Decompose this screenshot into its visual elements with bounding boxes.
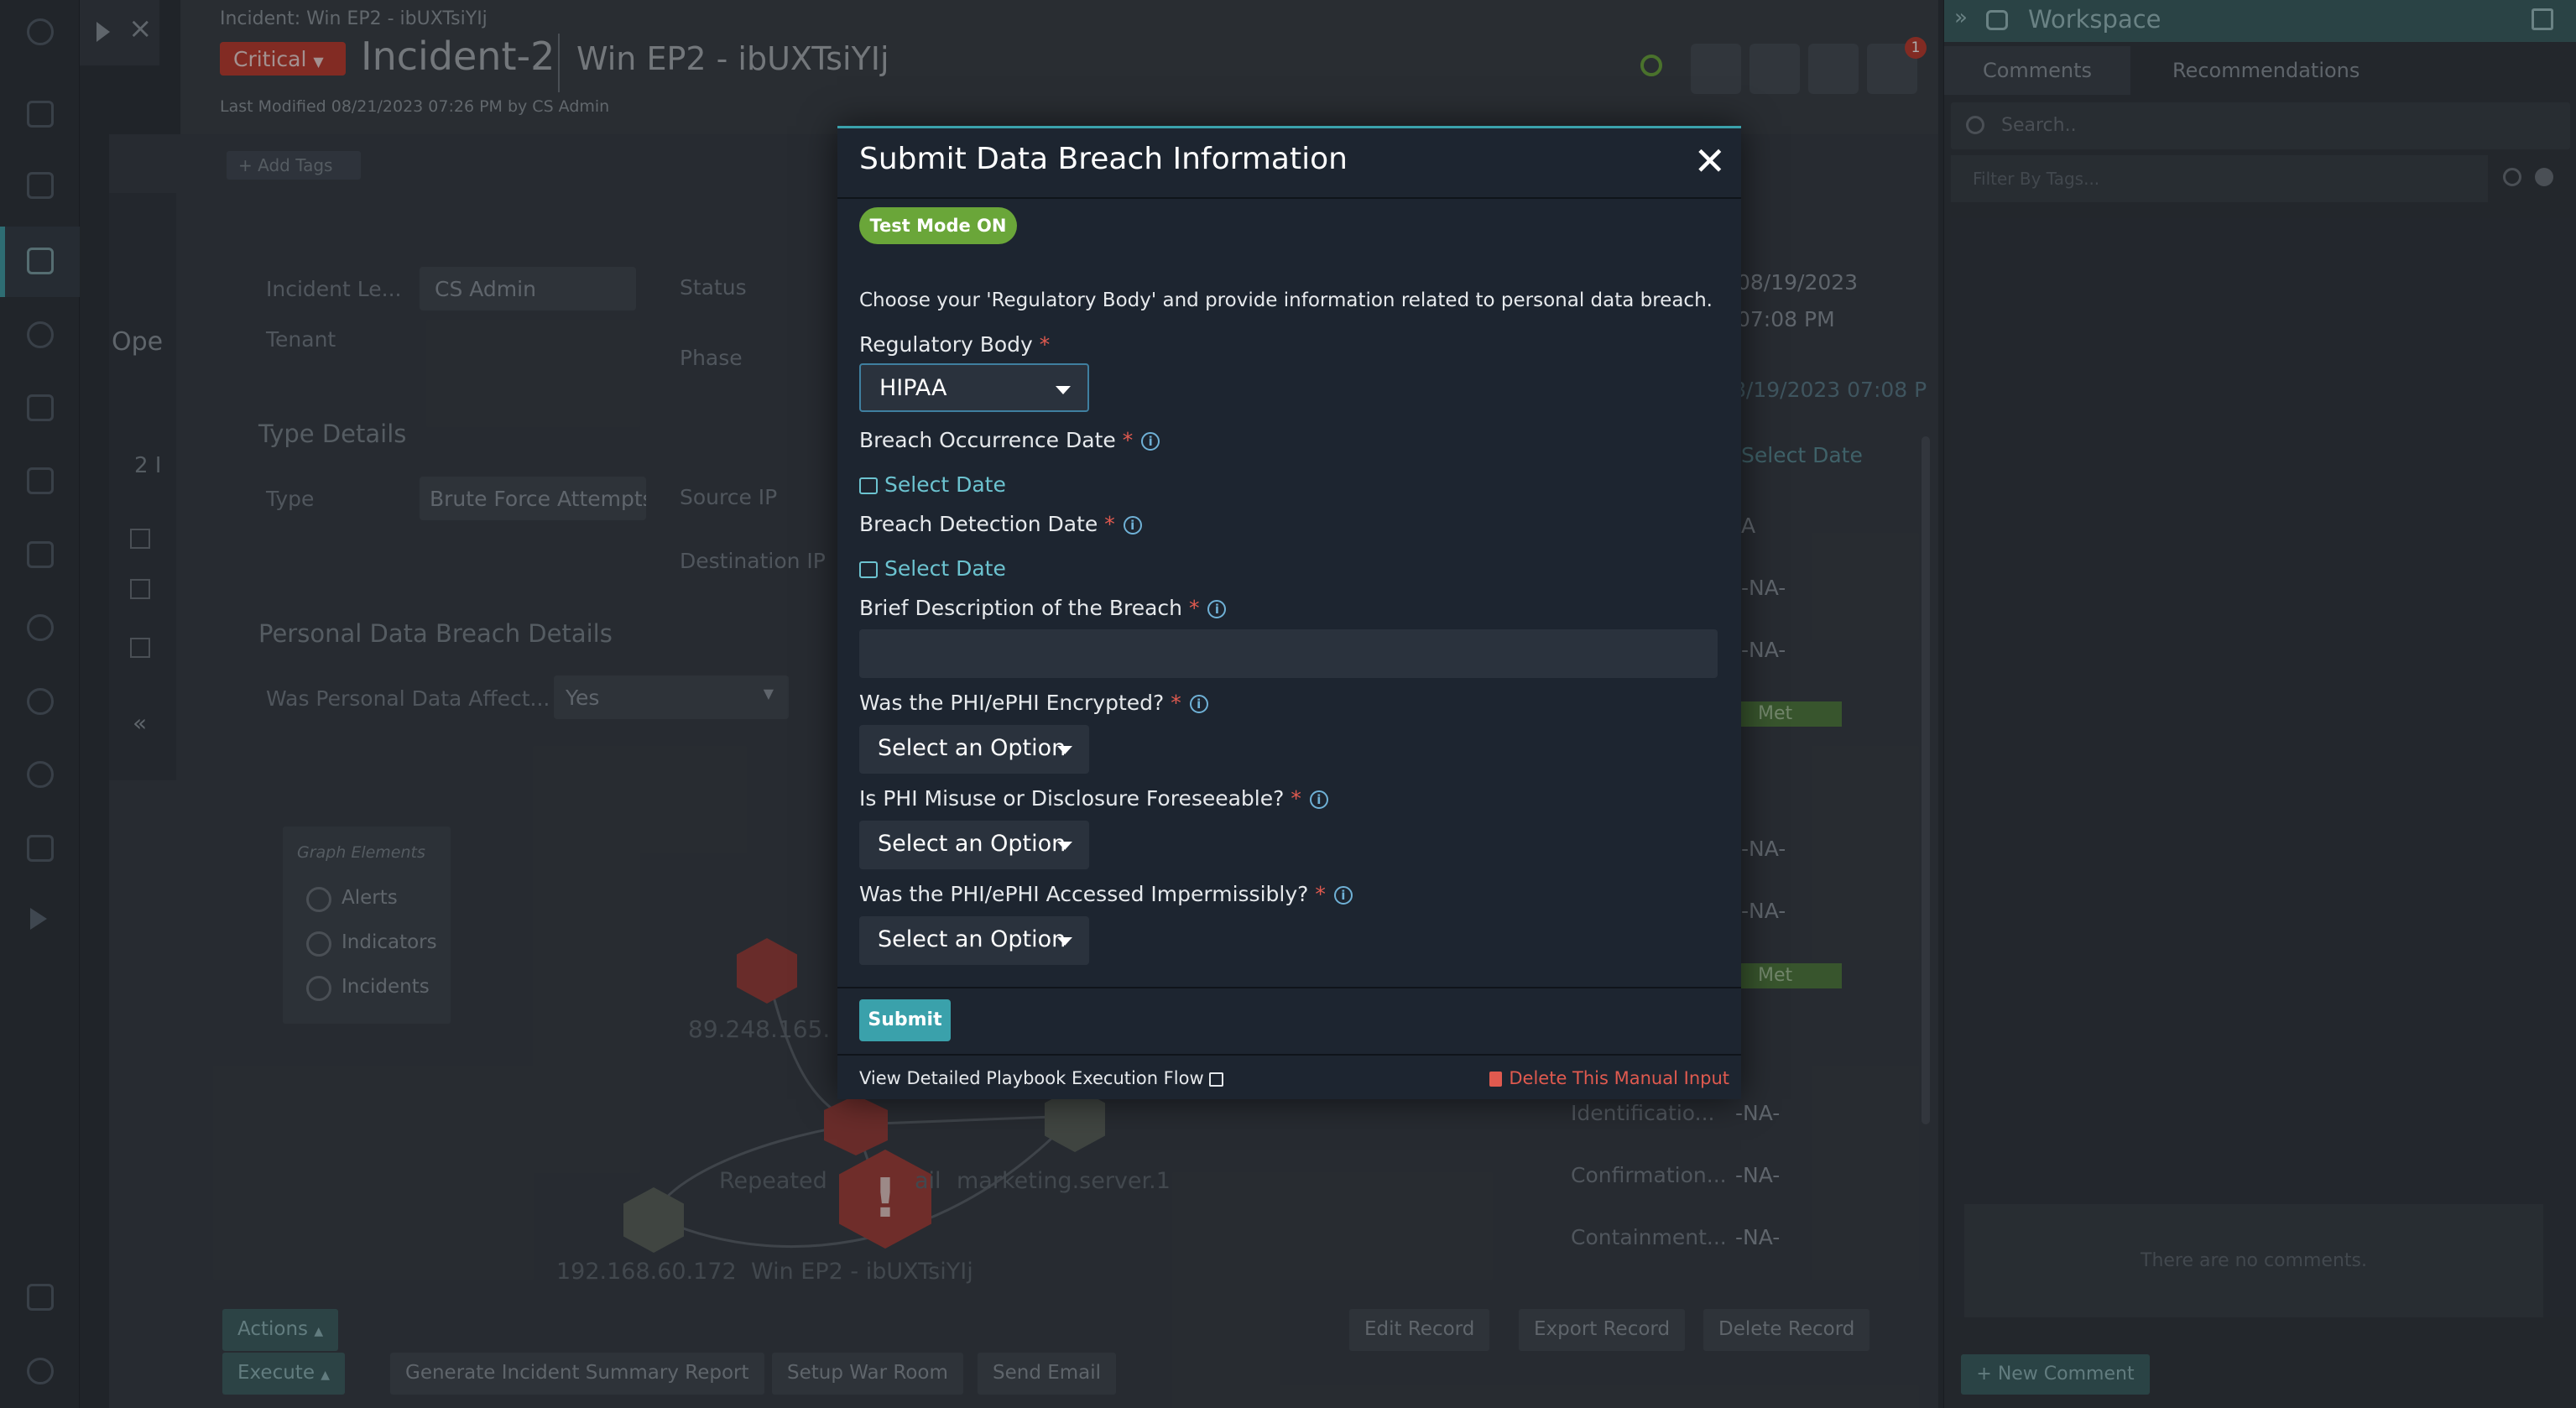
select-date-label: Select Date [884,556,1006,581]
encrypted-value: Select an Option [878,735,1066,761]
foreseeable-label: Is PHI Misuse or Disclosure Foreseeable?… [859,786,1328,811]
detection-date-text: Breach Detection Date [859,512,1098,536]
external-link-icon [1209,1072,1224,1087]
trash-icon [1489,1072,1503,1087]
delete-input-link[interactable]: Delete This Manual Input [1489,1068,1729,1088]
regulatory-body-select[interactable]: HIPAA [859,363,1089,412]
accessed-select[interactable]: Select an Option [859,916,1089,965]
description-text: Brief Description of the Breach [859,596,1183,620]
info-icon[interactable]: i [1309,790,1328,809]
required-mark: * [1039,332,1051,357]
breach-modal: Submit Data Breach Information ✕ Test Mo… [837,126,1741,1099]
caret-down-icon [1057,842,1072,850]
instructions-text: Choose your 'Regulatory Body' and provid… [859,289,1713,311]
submit-button[interactable]: Submit [859,999,951,1041]
view-flow-label: View Detailed Playbook Execution Flow [859,1068,1204,1088]
calendar-icon [859,561,878,578]
info-icon[interactable]: i [1333,886,1353,905]
foreseeable-select[interactable]: Select an Option [859,821,1089,869]
accessed-value: Select an Option [878,926,1066,952]
required-mark: * [1291,786,1301,811]
caret-down-icon [1056,386,1071,394]
calendar-icon [859,477,878,494]
regulatory-body-label: Regulatory Body * [859,332,1050,357]
required-mark: * [1122,428,1134,452]
occurrence-date-picker[interactable]: Select Date [859,472,1006,497]
close-icon[interactable]: ✕ [1693,142,1726,180]
divider [837,987,1741,988]
detection-date-label: Breach Detection Date * i [859,512,1142,536]
required-mark: * [1171,691,1181,715]
description-input[interactable] [859,629,1718,678]
info-icon[interactable]: i [1207,600,1227,618]
required-mark: * [1188,596,1200,620]
divider [837,197,1741,199]
select-date-label: Select Date [884,472,1006,497]
description-label: Brief Description of the Breach * i [859,596,1227,620]
occurrence-date-label: Breach Occurrence Date * i [859,428,1160,452]
caret-down-icon [1057,746,1072,754]
detection-date-picker[interactable]: Select Date [859,556,1006,581]
info-icon[interactable]: i [1189,695,1208,713]
caret-down-icon [1057,937,1072,946]
foreseeable-value: Select an Option [878,831,1066,857]
accessed-label: Was the PHI/ePHI Accessed Impermissibly?… [859,882,1353,906]
regulatory-body-value: HIPAA [879,375,947,401]
test-mode-badge: Test Mode ON [859,207,1017,244]
regulatory-body-text: Regulatory Body [859,332,1033,357]
delete-input-label: Delete This Manual Input [1509,1068,1729,1088]
required-mark: * [1315,882,1326,906]
modal-title: Submit Data Breach Information [859,142,1348,176]
occurrence-date-text: Breach Occurrence Date [859,428,1116,452]
view-flow-link[interactable]: View Detailed Playbook Execution Flow [859,1068,1224,1088]
required-mark: * [1104,512,1115,536]
divider [837,1054,1741,1056]
foreseeable-text: Is PHI Misuse or Disclosure Foreseeable? [859,786,1285,811]
accessed-text: Was the PHI/ePHI Accessed Impermissibly? [859,882,1309,906]
info-icon[interactable]: i [1123,516,1142,535]
encrypted-label: Was the PHI/ePHI Encrypted? * i [859,691,1208,715]
encrypted-text: Was the PHI/ePHI Encrypted? [859,691,1165,715]
encrypted-select[interactable]: Select an Option [859,725,1089,774]
info-icon[interactable]: i [1141,432,1160,451]
